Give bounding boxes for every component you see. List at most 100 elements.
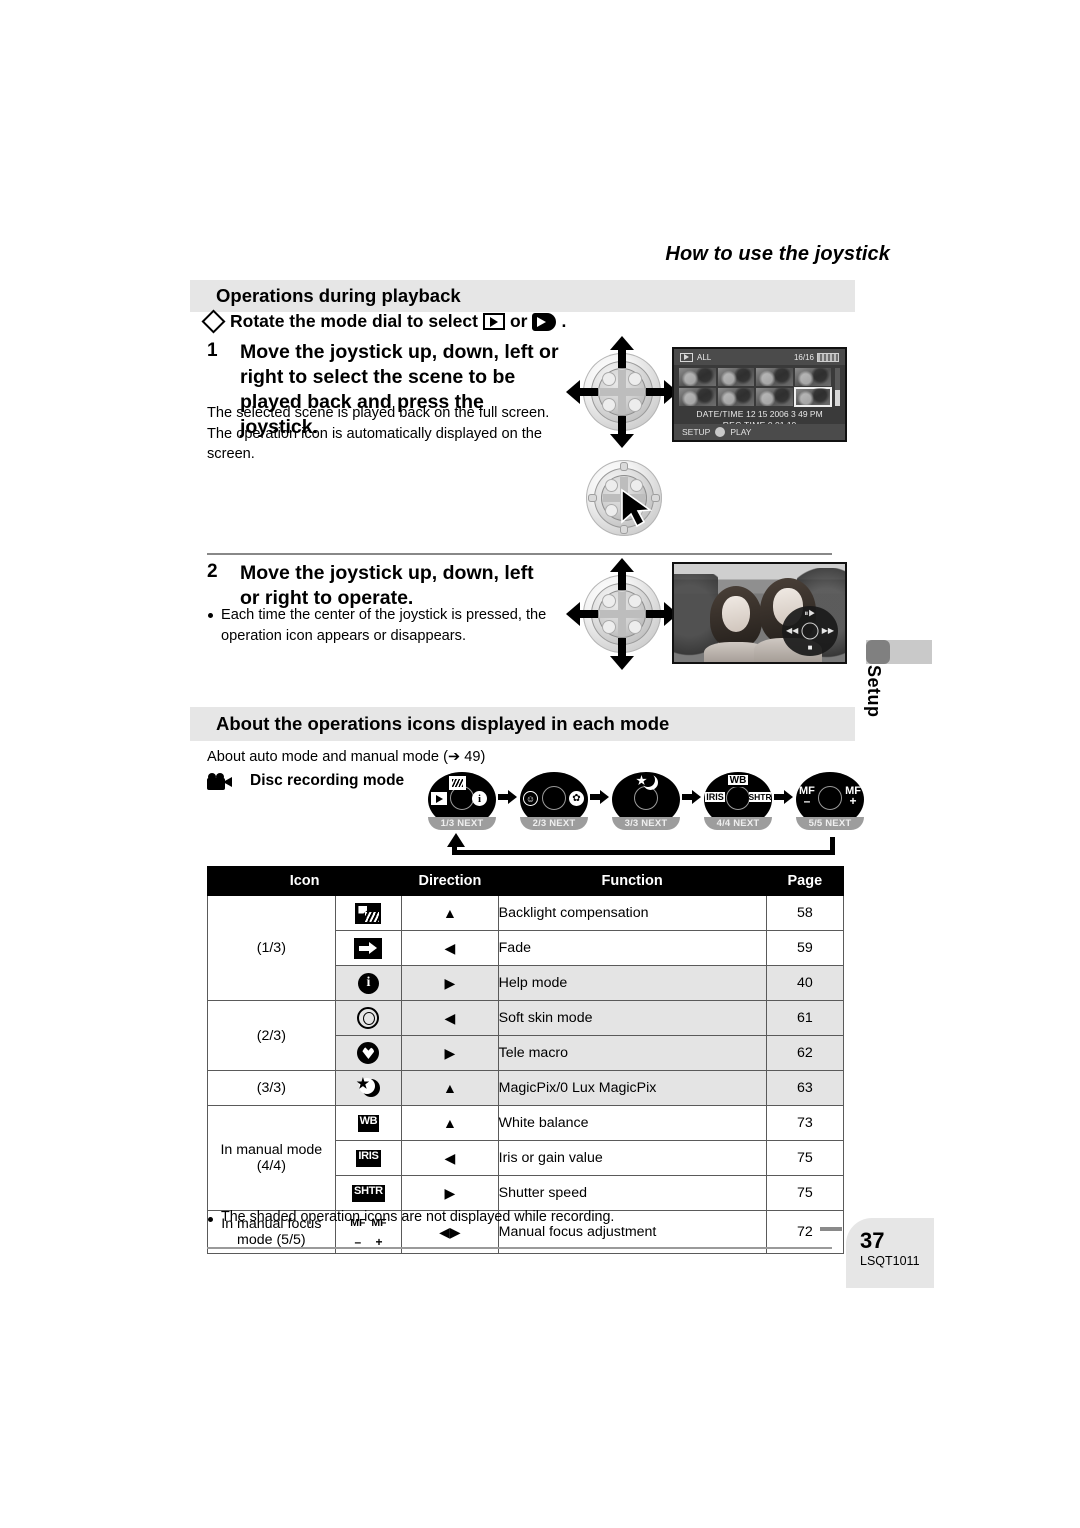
table-cell-function: Soft skin mode [497, 1000, 767, 1036]
sequence-next-label-5: 5/5 NEXT [796, 817, 864, 830]
overlay-forward-icon: ▶▶ [821, 626, 834, 635]
iris-icon: IRIS [705, 792, 725, 804]
step-2-body: Each time the center of the joystick is … [207, 605, 557, 646]
table-cell-direction: ▲ [401, 895, 499, 931]
section-header-playback: Operations during playback [190, 280, 855, 312]
operation-icons-table: Icon Direction Function Page (1/3) ▲ Bac… [206, 866, 845, 1254]
thumbnail [756, 388, 793, 406]
section-header-playback-label: Operations during playback [216, 285, 461, 306]
table-cell-direction: ▶ [401, 965, 499, 1001]
table-cell-mode-line-2: (4/4) [256, 1158, 286, 1174]
lcd-thumbnail-screen: ALL 16/16 DATE/TIME 12 15 2006 3 49 PM S… [672, 347, 847, 442]
step-2-bullet: Each time the center of the joystick is … [207, 605, 557, 646]
table-cell-function: Iris or gain value [497, 1140, 767, 1176]
table-cell-direction: ▲ [401, 1070, 499, 1106]
tele-macro-icon: ✿ [569, 791, 584, 806]
table-cell-mode: (2/3) [207, 1000, 336, 1071]
table-head: Icon Direction Function Page [206, 866, 845, 896]
soft-skin-icon [357, 1007, 380, 1029]
fade-icon [431, 792, 447, 805]
section-header-operation-icons: About the operations icons displayed in … [190, 707, 855, 741]
sequence-step-4: WB IRIS SHTR 4/4 NEXT [704, 772, 772, 830]
sequence-step-2: ☺ ✿ 2/3 NEXT [520, 772, 588, 830]
step-2-number: 2 [207, 561, 218, 582]
sequence-center-hole [818, 786, 842, 811]
magicpix-icon [636, 773, 658, 791]
table-cell-page: 62 [765, 1035, 845, 1071]
table-row: (3/3) ▲ MagicPix/0 Lux MagicPix 63 [207, 1070, 845, 1106]
joystick-nub-top [620, 462, 628, 471]
table-row: In manual mode (4/4) WB ▲ White balance … [207, 1105, 845, 1211]
table-header-icon: Icon [206, 866, 403, 896]
sequence-next-label-4: 4/4 NEXT [704, 817, 772, 830]
disc-recording-mode-label: Disc recording mode [250, 772, 405, 789]
table-cell-direction: ▶ [401, 1175, 499, 1211]
shtr-icon: SHTR [748, 792, 772, 804]
lcd-playback-photo-screen: ⏸▶ ◀◀ ▶▶ ■ [672, 562, 847, 664]
help-icon: i [472, 791, 487, 806]
lcd-scrollbar [835, 368, 840, 406]
mode-dial-text-a: Rotate the mode dial to select [230, 311, 478, 331]
table-cell-function: White balance [497, 1105, 767, 1141]
sequence-next-label-2: 2/3 NEXT [520, 817, 588, 830]
lcd-joystick-icon [715, 427, 726, 437]
overlay-play-pause-icon: ⏸▶ [804, 609, 816, 618]
loop-arrow-horizontal [452, 850, 835, 855]
operation-icon-sequence: i 1/3 NEXT ☺ ✿ 2/3 NEXT 3/3 NEXT WB IRIS… [428, 772, 864, 830]
shtr-icon: SHTR [352, 1184, 385, 1202]
diamond-bullet-icon [201, 309, 226, 334]
sequence-center-hole [542, 786, 566, 811]
table-cell-function: Help mode [497, 965, 767, 1001]
table-body: (1/3) ▲ Backlight compensation 58 ◀ Fade… [207, 895, 845, 1254]
joystick-diagram-directions [566, 336, 678, 448]
document-code: LSQT1011 [860, 1254, 920, 1268]
table-cell-icon [334, 1035, 403, 1071]
table-cell-page: 40 [765, 965, 845, 1001]
thumbnail [679, 368, 716, 386]
table-header-function: Function [497, 866, 767, 896]
table-cell-function: Fade [497, 930, 767, 966]
step-2: 2 Move the joystick up, down, left or ri… [207, 561, 547, 611]
arrow-up-icon [610, 558, 634, 572]
mf-plus-icon: MF + [845, 785, 861, 808]
soft-skin-icon: ☺ [523, 791, 538, 806]
joystick-press-pad-bl [605, 504, 618, 517]
sequence-step-5: MF – MF + 5/5 NEXT [796, 772, 864, 830]
table-header-page: Page [765, 866, 845, 896]
mode-dial-instruction: Rotate the mode dial to select or . [201, 309, 567, 334]
divider-between-steps [207, 553, 832, 555]
thumbnail [717, 368, 754, 386]
shaded-icons-note-text: The shaded operation icons are not displ… [207, 1209, 614, 1225]
arrow-down-icon [610, 434, 634, 448]
step-2-heading: Move the joystick up, down, left or righ… [240, 562, 534, 609]
table-cell-icon: SHTR [334, 1175, 403, 1211]
table-cell-icon [334, 930, 403, 966]
table-cell-function: MagicPix/0 Lux MagicPix [497, 1070, 767, 1106]
lcd-thumbnail-grid [679, 368, 832, 407]
joystick-pad-br [628, 398, 642, 412]
sequence-step-3: 3/3 NEXT [612, 772, 680, 830]
shaded-icons-note: The shaded operation icons are not displ… [207, 1209, 614, 1225]
table-header-row: Icon Direction Function Page [206, 866, 845, 896]
side-tab-bar [866, 640, 932, 664]
lcd-setup-label: SETUP [682, 427, 711, 437]
step-1-number: 1 [207, 340, 218, 361]
picture-play-mode-icon [532, 312, 557, 331]
table-cell-icon: WB [334, 1105, 403, 1141]
sequence-loop-arrow [447, 833, 835, 857]
manual-page: How to use the joystick Operations durin… [0, 0, 1080, 1528]
table-cell-function: Shutter speed [497, 1175, 767, 1211]
joystick3-pad-tr [628, 594, 642, 608]
joystick3-pad-br [628, 620, 642, 634]
joystick3-pad-tl [602, 594, 616, 608]
wb-icon: WB [357, 1114, 380, 1132]
table-row: (2/3) ◀ Soft skin mode 61 [207, 1000, 845, 1071]
table-cell-icon: IRIS [334, 1140, 403, 1176]
loop-arrow-vertical [830, 837, 835, 855]
table-cell-direction: ◀ [401, 1000, 499, 1036]
wb-icon: WB [728, 774, 748, 787]
sequence-next-label-1: 1/3 NEXT [428, 817, 496, 830]
sequence-center-hole [726, 786, 750, 811]
mode-dial-text-c: . [561, 311, 567, 331]
help-icon: i [357, 972, 379, 994]
